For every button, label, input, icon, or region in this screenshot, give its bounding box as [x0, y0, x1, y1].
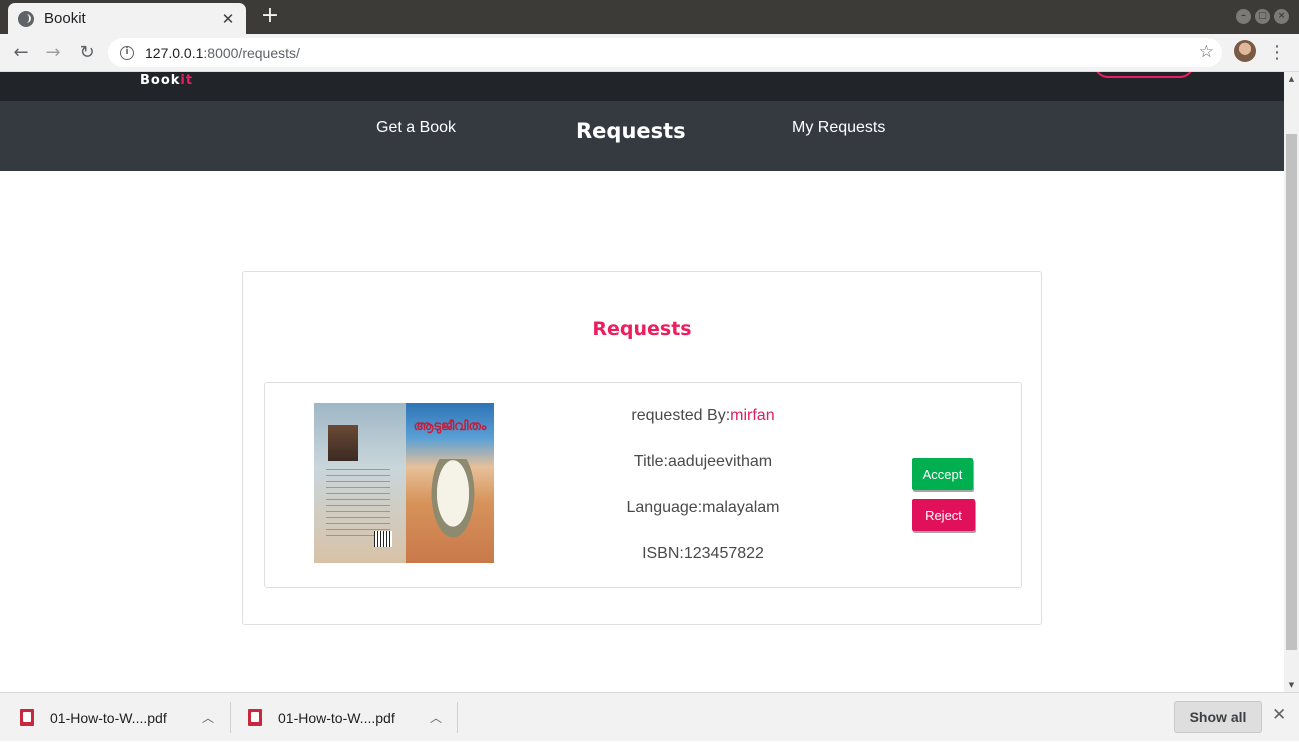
divider: [457, 702, 458, 733]
site-header: Bookit: [0, 72, 1284, 101]
brand-logo[interactable]: Bookit: [140, 73, 193, 88]
page-scrollbar[interactable]: ▲ ▼: [1284, 72, 1299, 692]
minimize-icon[interactable]: –: [1236, 9, 1251, 24]
cover-back: [314, 403, 406, 563]
brand-accent: it: [180, 73, 194, 88]
cover-figure: [428, 459, 478, 545]
pdf-file-icon: [248, 709, 262, 726]
back-arrow-icon[interactable]: ←: [8, 40, 34, 66]
forward-arrow-icon[interactable]: →: [40, 40, 66, 66]
window-controls: – □ ×: [1236, 9, 1289, 24]
kebab-menu-icon[interactable]: ⋮: [1268, 40, 1286, 66]
divider: [230, 702, 231, 733]
book-isbn: ISBN:123457822: [642, 545, 764, 562]
request-details: requested By:mirfan Title:aadujeevitham …: [595, 403, 811, 587]
page-viewport: Bookit Get a Book Requests My Requests R…: [0, 72, 1284, 692]
nav-get-a-book[interactable]: Get a Book: [376, 119, 456, 137]
globe-icon: [18, 10, 34, 27]
cover-title: ആടുജീവിതം: [413, 419, 487, 434]
nav-requests[interactable]: Requests: [576, 119, 686, 143]
info-icon[interactable]: i: [120, 45, 134, 60]
browser-tab[interactable]: Bookit ✕: [8, 3, 246, 34]
pdf-file-icon: [20, 709, 34, 726]
sub-navigation: Get a Book Requests My Requests: [0, 101, 1284, 171]
profile-avatar[interactable]: [1234, 40, 1256, 62]
barcode-icon: [374, 531, 392, 547]
nav-my-requests[interactable]: My Requests: [792, 119, 885, 137]
request-item: ആടുജീവിതം requested By:mirfan Title:aadu…: [264, 382, 1022, 588]
download-item[interactable]: 01-How-to-W....pdf ︿: [20, 693, 214, 742]
download-filename: 01-How-to-W....pdf: [50, 709, 167, 726]
reject-button[interactable]: Reject: [912, 499, 975, 531]
book-title: Title:aadujeevitham: [633, 453, 773, 470]
browser-toolbar: ← → ↻ i 127.0.0.1 :8000/requests/ ☆ ⋮: [0, 34, 1299, 72]
tab-close-icon[interactable]: ✕: [220, 10, 236, 28]
reload-icon[interactable]: ↻: [74, 40, 100, 66]
url-path: :8000/requests/: [203, 44, 300, 61]
close-icon[interactable]: ✕: [1272, 705, 1286, 725]
book-language: Language:malayalam: [626, 499, 780, 516]
requested-by-user: mirfan: [730, 407, 775, 424]
requests-heading: Requests: [592, 318, 692, 340]
cover-front: ആടുജീവിതം: [406, 403, 494, 563]
chevron-up-icon[interactable]: ︿: [202, 709, 214, 726]
cover-blurb: [326, 469, 390, 539]
requested-by: requested By:mirfan: [595, 403, 811, 449]
book-cover-image: ആടുജീവിതം: [314, 403, 494, 563]
close-window-icon[interactable]: ×: [1274, 9, 1289, 24]
requests-card: Requests ആടുജീവിതം requested By:mirfan T…: [242, 271, 1042, 625]
scroll-up-icon[interactable]: ▲: [1284, 72, 1299, 86]
maximize-icon[interactable]: □: [1255, 9, 1270, 24]
author-photo: [328, 425, 358, 461]
download-item[interactable]: 01-How-to-W....pdf ︿: [248, 693, 442, 742]
header-action-button[interactable]: [1094, 72, 1194, 78]
brand-main: Book: [140, 73, 181, 88]
accept-button[interactable]: Accept: [912, 458, 973, 490]
browser-tab-strip: Bookit ✕ + – □ ×: [0, 0, 1299, 34]
scroll-down-icon[interactable]: ▼: [1284, 678, 1299, 692]
url-host: 127.0.0.1: [145, 44, 204, 61]
show-all-button[interactable]: Show all: [1174, 701, 1262, 733]
address-bar[interactable]: i 127.0.0.1 :8000/requests/ ☆: [108, 38, 1222, 67]
tab-title: Bookit: [44, 10, 86, 27]
requested-by-label: requested By:: [631, 407, 731, 424]
star-icon[interactable]: ☆: [1199, 42, 1214, 62]
download-shelf: 01-How-to-W....pdf ︿ 01-How-to-W....pdf …: [0, 692, 1299, 741]
download-filename: 01-How-to-W....pdf: [278, 709, 395, 726]
scroll-thumb[interactable]: [1286, 134, 1297, 650]
new-tab-icon[interactable]: +: [258, 4, 282, 28]
chevron-up-icon[interactable]: ︿: [430, 709, 442, 726]
